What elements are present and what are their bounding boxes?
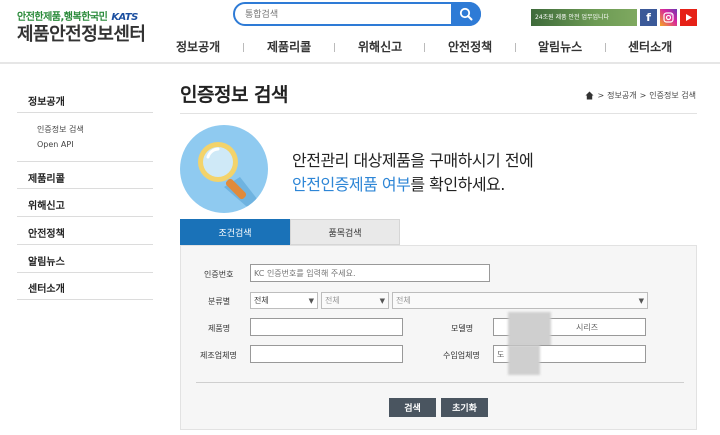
header-divider — [0, 62, 720, 64]
breadcrumb-current: 인증정보 검색 — [649, 91, 696, 100]
product-name-input[interactable] — [250, 318, 403, 336]
youtube-link[interactable] — [680, 9, 697, 26]
global-nav: 정보공개 제품리콜 위해신고 안전정책 알림뉴스 센터소개 — [176, 38, 696, 56]
search-form: 인증번호 분류별 전체 ▼ 전체 ▼ 전체 ▼ 제품명 모델명 시리즈 제조업체명 수… — [180, 245, 697, 430]
category-select-1[interactable]: 전체 ▼ — [250, 292, 318, 309]
search-submit-button[interactable]: 검색 — [389, 398, 436, 417]
category-label: 분류별 — [208, 297, 231, 306]
gnb-divider — [605, 43, 606, 52]
side-nav-divider — [17, 112, 153, 113]
hero-message-line1: 안전관리 대상제품을 구매하시기 전에 — [292, 151, 534, 170]
model-name-value: 시리즈 — [576, 322, 599, 332]
cert-no-input[interactable] — [250, 264, 490, 282]
home-icon[interactable] — [585, 91, 594, 100]
gnb-divider — [515, 43, 516, 52]
form-divider — [196, 382, 684, 383]
side-nav-item-policy[interactable]: 안전정책 — [17, 225, 153, 240]
magnifier-illustration — [180, 125, 268, 213]
search-bar — [233, 2, 481, 26]
side-nav-divider — [17, 299, 153, 300]
model-name-label: 모델명 — [451, 324, 474, 333]
search-icon — [459, 7, 473, 21]
gnb-item-about[interactable]: 센터소개 — [628, 38, 672, 55]
site-header: 안전한제품,행복한국민KATS 제품안전정보센터 24조원 제품 안전 업무입니… — [0, 0, 720, 62]
tab-condition-search[interactable]: 조건검색 — [180, 219, 290, 245]
tab-item-search[interactable]: 품목검색 — [290, 219, 400, 245]
breadcrumb-separator: > — [597, 91, 605, 100]
facebook-link[interactable]: f — [640, 9, 657, 26]
breadcrumb: > 정보공개 > 인증정보 검색 — [585, 90, 696, 101]
side-nav-divider — [17, 188, 153, 189]
importer-value: 도 — [497, 349, 505, 359]
manufacturer-label: 제조업체명 — [200, 351, 237, 360]
banner-text: 24조원 제품 안전 업무입니다 — [535, 14, 610, 21]
magnifier-icon — [198, 142, 268, 213]
instagram-icon — [663, 12, 674, 23]
breadcrumb-item[interactable]: 정보공개 — [607, 90, 636, 101]
breadcrumb-separator: > — [639, 91, 647, 100]
category-select-1-value: 전체 — [254, 296, 269, 305]
instagram-link[interactable] — [660, 9, 677, 26]
category-select-3[interactable]: 전체 ▼ — [392, 292, 648, 309]
side-nav-divider — [17, 244, 153, 245]
cert-no-label: 인증번호 — [204, 270, 234, 279]
importer-label: 수입업체명 — [443, 351, 480, 360]
gnb-item-recall[interactable]: 제품리콜 — [267, 38, 311, 55]
product-name-label: 제품명 — [208, 324, 231, 333]
side-nav-divider — [17, 216, 153, 217]
hero-message-line2: 안전인증제품 여부를 확인하세요. — [292, 171, 505, 195]
gnb-divider — [334, 43, 335, 52]
title-divider — [180, 113, 697, 114]
reset-button[interactable]: 초기화 — [441, 398, 488, 417]
gnb-item-policy[interactable]: 안전정책 — [448, 38, 492, 55]
youtube-icon — [686, 14, 692, 21]
side-nav-item-news[interactable]: 알림뉴스 — [17, 253, 153, 268]
side-nav-item-recall[interactable]: 제품리콜 — [17, 170, 153, 185]
facebook-icon: f — [646, 11, 651, 24]
promo-banner[interactable]: 24조원 제품 안전 업무입니다 — [531, 9, 637, 26]
chevron-down-icon: ▼ — [308, 296, 314, 305]
side-nav-divider — [17, 161, 153, 162]
category-select-3-value: 전체 — [396, 296, 411, 305]
gnb-item-report[interactable]: 위해신고 — [358, 38, 402, 55]
search-input[interactable] — [245, 7, 445, 23]
hero-highlight: 안전인증제품 여부 — [292, 175, 411, 194]
category-select-2-value: 전체 — [325, 296, 340, 305]
side-nav-item-info[interactable]: 정보공개 — [17, 93, 153, 108]
side-nav-sub-open-api[interactable]: Open API — [37, 140, 74, 149]
gnb-divider — [424, 43, 425, 52]
chevron-down-icon: ▼ — [638, 296, 644, 305]
side-nav-divider — [17, 272, 153, 273]
gnb-item-info[interactable]: 정보공개 — [176, 38, 220, 55]
redaction-blur — [508, 345, 540, 375]
side-nav-item-about[interactable]: 센터소개 — [17, 280, 153, 295]
category-select-2[interactable]: 전체 ▼ — [321, 292, 389, 309]
gnb-item-news[interactable]: 알림뉴스 — [538, 38, 582, 55]
hero-message-rest: 를 확인하세요. — [410, 175, 505, 194]
gnb-divider — [243, 43, 244, 52]
site-title[interactable]: 제품안전정보센터 — [17, 20, 146, 46]
side-nav-sub-cert-search[interactable]: 인증정보 검색 — [37, 124, 84, 135]
page-title: 인증정보 검색 — [180, 84, 289, 106]
search-button[interactable] — [451, 2, 481, 26]
side-nav-item-report[interactable]: 위해신고 — [17, 197, 153, 212]
chevron-down-icon: ▼ — [379, 296, 385, 305]
manufacturer-input[interactable] — [250, 345, 403, 363]
